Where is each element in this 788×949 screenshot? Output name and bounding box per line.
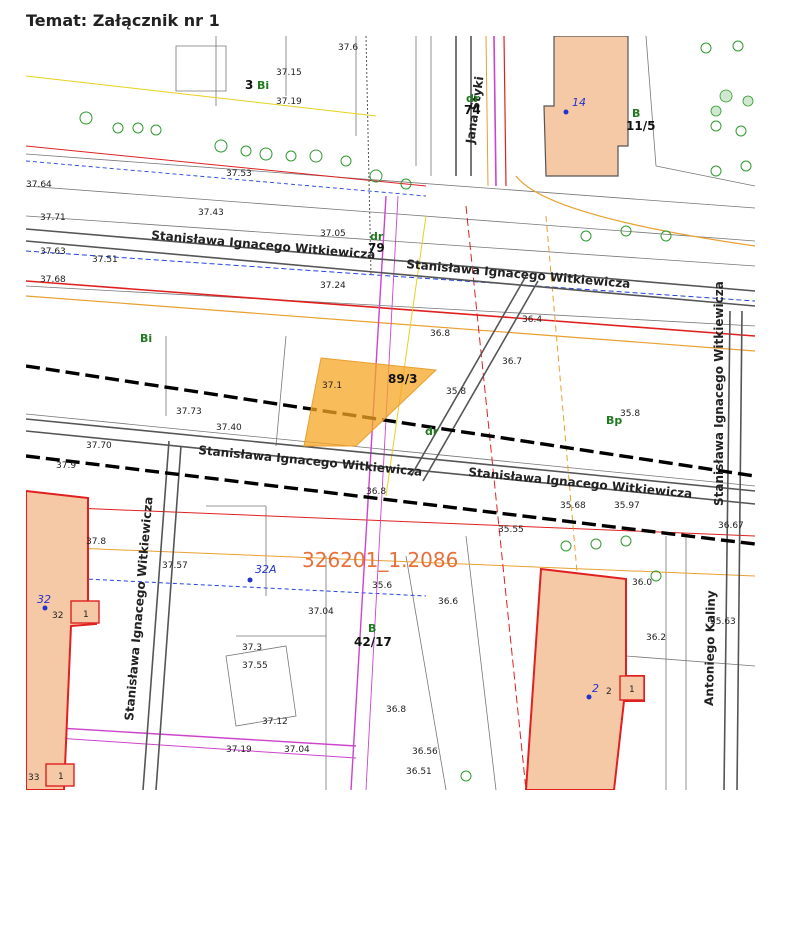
svg-text:36.6: 36.6 [438,597,458,607]
svg-text:36.2: 36.2 [646,633,666,643]
svg-text:37.51: 37.51 [92,255,118,265]
building-tag-33: 33 [28,773,39,783]
svg-text:36.0: 36.0 [632,578,652,588]
land-use-code: B [368,622,376,635]
land-use-code: Bi [140,332,152,345]
address-number: 32A [255,563,277,576]
svg-text:36.8: 36.8 [386,705,406,715]
svg-text:37.12: 37.12 [262,717,288,727]
svg-text:37.8: 37.8 [86,537,106,547]
land-use-code: dr [370,230,384,243]
svg-text:37.05: 37.05 [320,229,346,239]
parcel-number[interactable]: 89/3 [388,372,417,386]
svg-text:35.8: 35.8 [446,387,466,397]
land-use-code: B [632,107,640,120]
svg-text:37.19: 37.19 [226,745,252,755]
building-14 [543,36,629,177]
svg-text:36.51: 36.51 [406,767,432,777]
svg-text:35.6: 35.6 [372,581,392,591]
parcel-number[interactable]: 74 [464,103,481,117]
parcel-number[interactable]: 3 [245,78,253,92]
svg-text:36.67: 36.67 [718,521,744,531]
svg-text:37.3: 37.3 [242,643,262,653]
address-number: 14 [572,96,586,109]
parcel-number[interactable]: 11/5 [626,119,655,133]
street-label: Stanisława Ignacego Witkiewicza [712,281,726,506]
svg-text:37.57: 37.57 [162,561,188,571]
svg-text:37.71: 37.71 [40,213,66,223]
svg-text:37.40: 37.40 [216,423,242,433]
svg-text:36.56: 36.56 [412,747,438,757]
svg-text:37.15: 37.15 [276,68,302,78]
parcel-number[interactable]: 42/17 [354,635,392,649]
land-use-code: dr [425,425,439,438]
svg-text:37.19: 37.19 [276,97,302,107]
svg-text:37.53: 37.53 [226,169,252,179]
building-tag-32: 32 [52,611,63,621]
svg-text:35.8: 35.8 [620,409,640,419]
svg-text:37.64: 37.64 [26,180,52,190]
land-use-code: dr [466,92,480,105]
svg-text:37.04: 37.04 [308,607,334,617]
svg-text:35.55: 35.55 [498,525,524,535]
svg-text:36.4: 36.4 [522,315,542,325]
building-tag-1c: 1 [629,685,635,695]
building-tag-2: 2 [606,687,612,697]
svg-text:36.8: 36.8 [430,329,450,339]
svg-text:37.9: 37.9 [56,461,76,471]
svg-text:37.55: 37.55 [242,661,268,671]
svg-text:35.68: 35.68 [560,501,586,511]
svg-text:37.68: 37.68 [40,275,66,285]
svg-text:37.04: 37.04 [284,745,310,755]
svg-text:37.24: 37.24 [320,281,346,291]
page-title: Temat: Załącznik nr 1 [26,11,220,30]
svg-text:37.6: 37.6 [338,43,358,53]
building-tag-1a: 1 [83,610,89,620]
map-view[interactable]: 32 1 33 1 2 1 Stanisława Ignacego Witkie… [26,36,755,790]
address-number: 2 [592,682,599,695]
map-canvas[interactable]: 32 1 33 1 2 1 Stanisława Ignacego Witkie… [26,36,755,790]
svg-text:37.73: 37.73 [176,407,202,417]
svg-text:37.43: 37.43 [198,208,224,218]
parcel-number[interactable]: 79 [368,241,385,255]
map-sheet-label: 326201_1.2086 [302,548,458,572]
svg-text:36.8: 36.8 [366,487,386,497]
svg-text:35.97: 35.97 [614,501,640,511]
address-number: 32 [37,593,51,606]
land-use-code: Bi [257,79,269,92]
svg-text:35.63: 35.63 [710,617,736,627]
street-label: Antoniego Kaliny [702,590,718,706]
svg-text:36.7: 36.7 [502,357,522,367]
svg-text:37.1: 37.1 [322,381,342,391]
svg-text:37.70: 37.70 [86,441,112,451]
svg-text:37.63: 37.63 [40,247,66,257]
building-tag-1b: 1 [58,772,64,782]
